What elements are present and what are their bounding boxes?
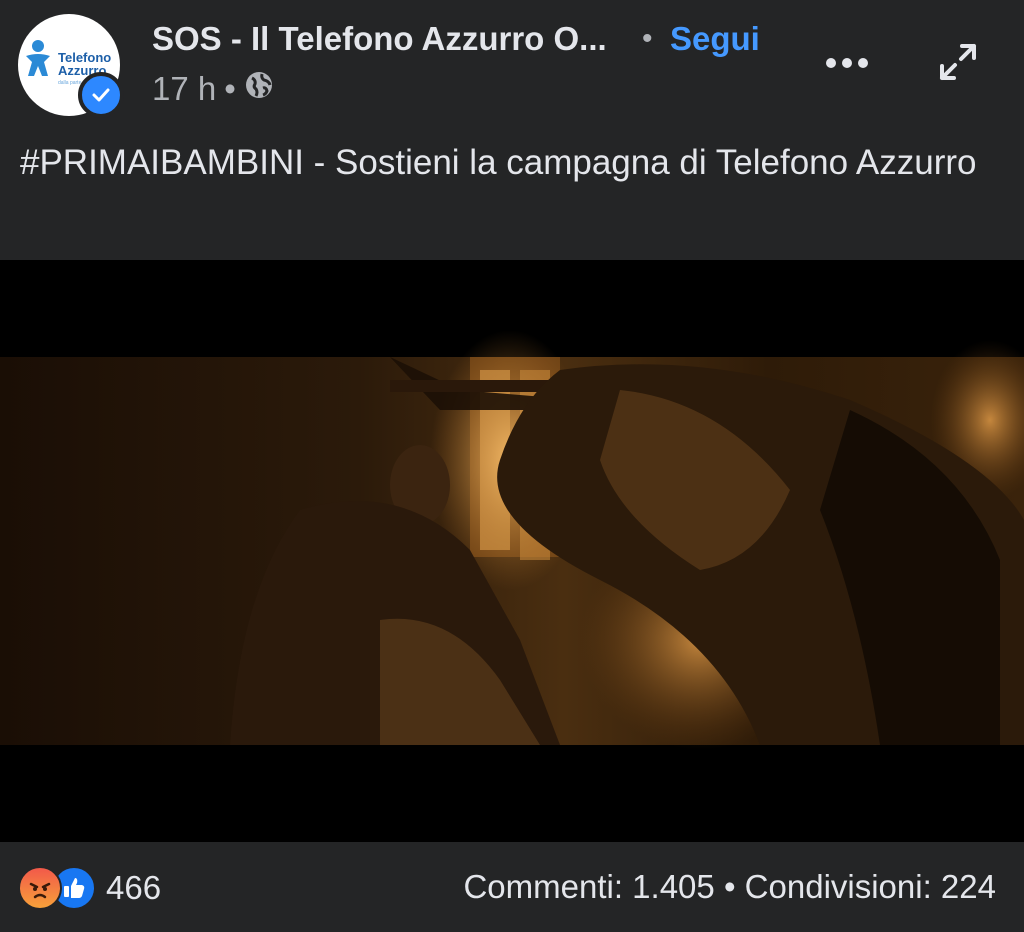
video-frame [0,330,1024,750]
meta-separator: • [224,70,236,107]
post-stats: Commenti: 1.405 • Condivisioni: 224 [463,868,996,906]
angry-reaction-icon [18,866,62,910]
reactions-summary[interactable]: 466 [18,866,161,910]
post-meta: 17 h • [152,70,274,108]
follow-button[interactable]: Segui [670,20,760,58]
facebook-post: Telefono Azzurro dalla parte dei bambini… [0,0,1024,932]
verified-badge-icon [78,72,124,118]
reaction-count: 466 [106,869,162,906]
stats-separator: • [723,868,736,905]
post-caption: #PRIMAIBAMBINI - Sostieni la campagna di… [20,143,977,182]
expand-button[interactable] [934,40,982,88]
name-separator: • [642,22,653,55]
video-player[interactable] [0,260,1024,842]
expand-icon [936,40,980,89]
post-time[interactable]: 17 h [152,70,216,108]
shares-count[interactable]: Condivisioni: 224 [745,868,996,905]
globe-icon [244,70,274,108]
page-name[interactable]: SOS - Il Telefono Azzurro O... [152,20,607,58]
page-avatar[interactable]: Telefono Azzurro dalla parte dei bambini [18,14,124,118]
comments-count[interactable]: Commenti: 1.405 [463,868,714,905]
more-horizontal-icon [825,56,869,74]
more-options-button[interactable] [822,48,872,82]
